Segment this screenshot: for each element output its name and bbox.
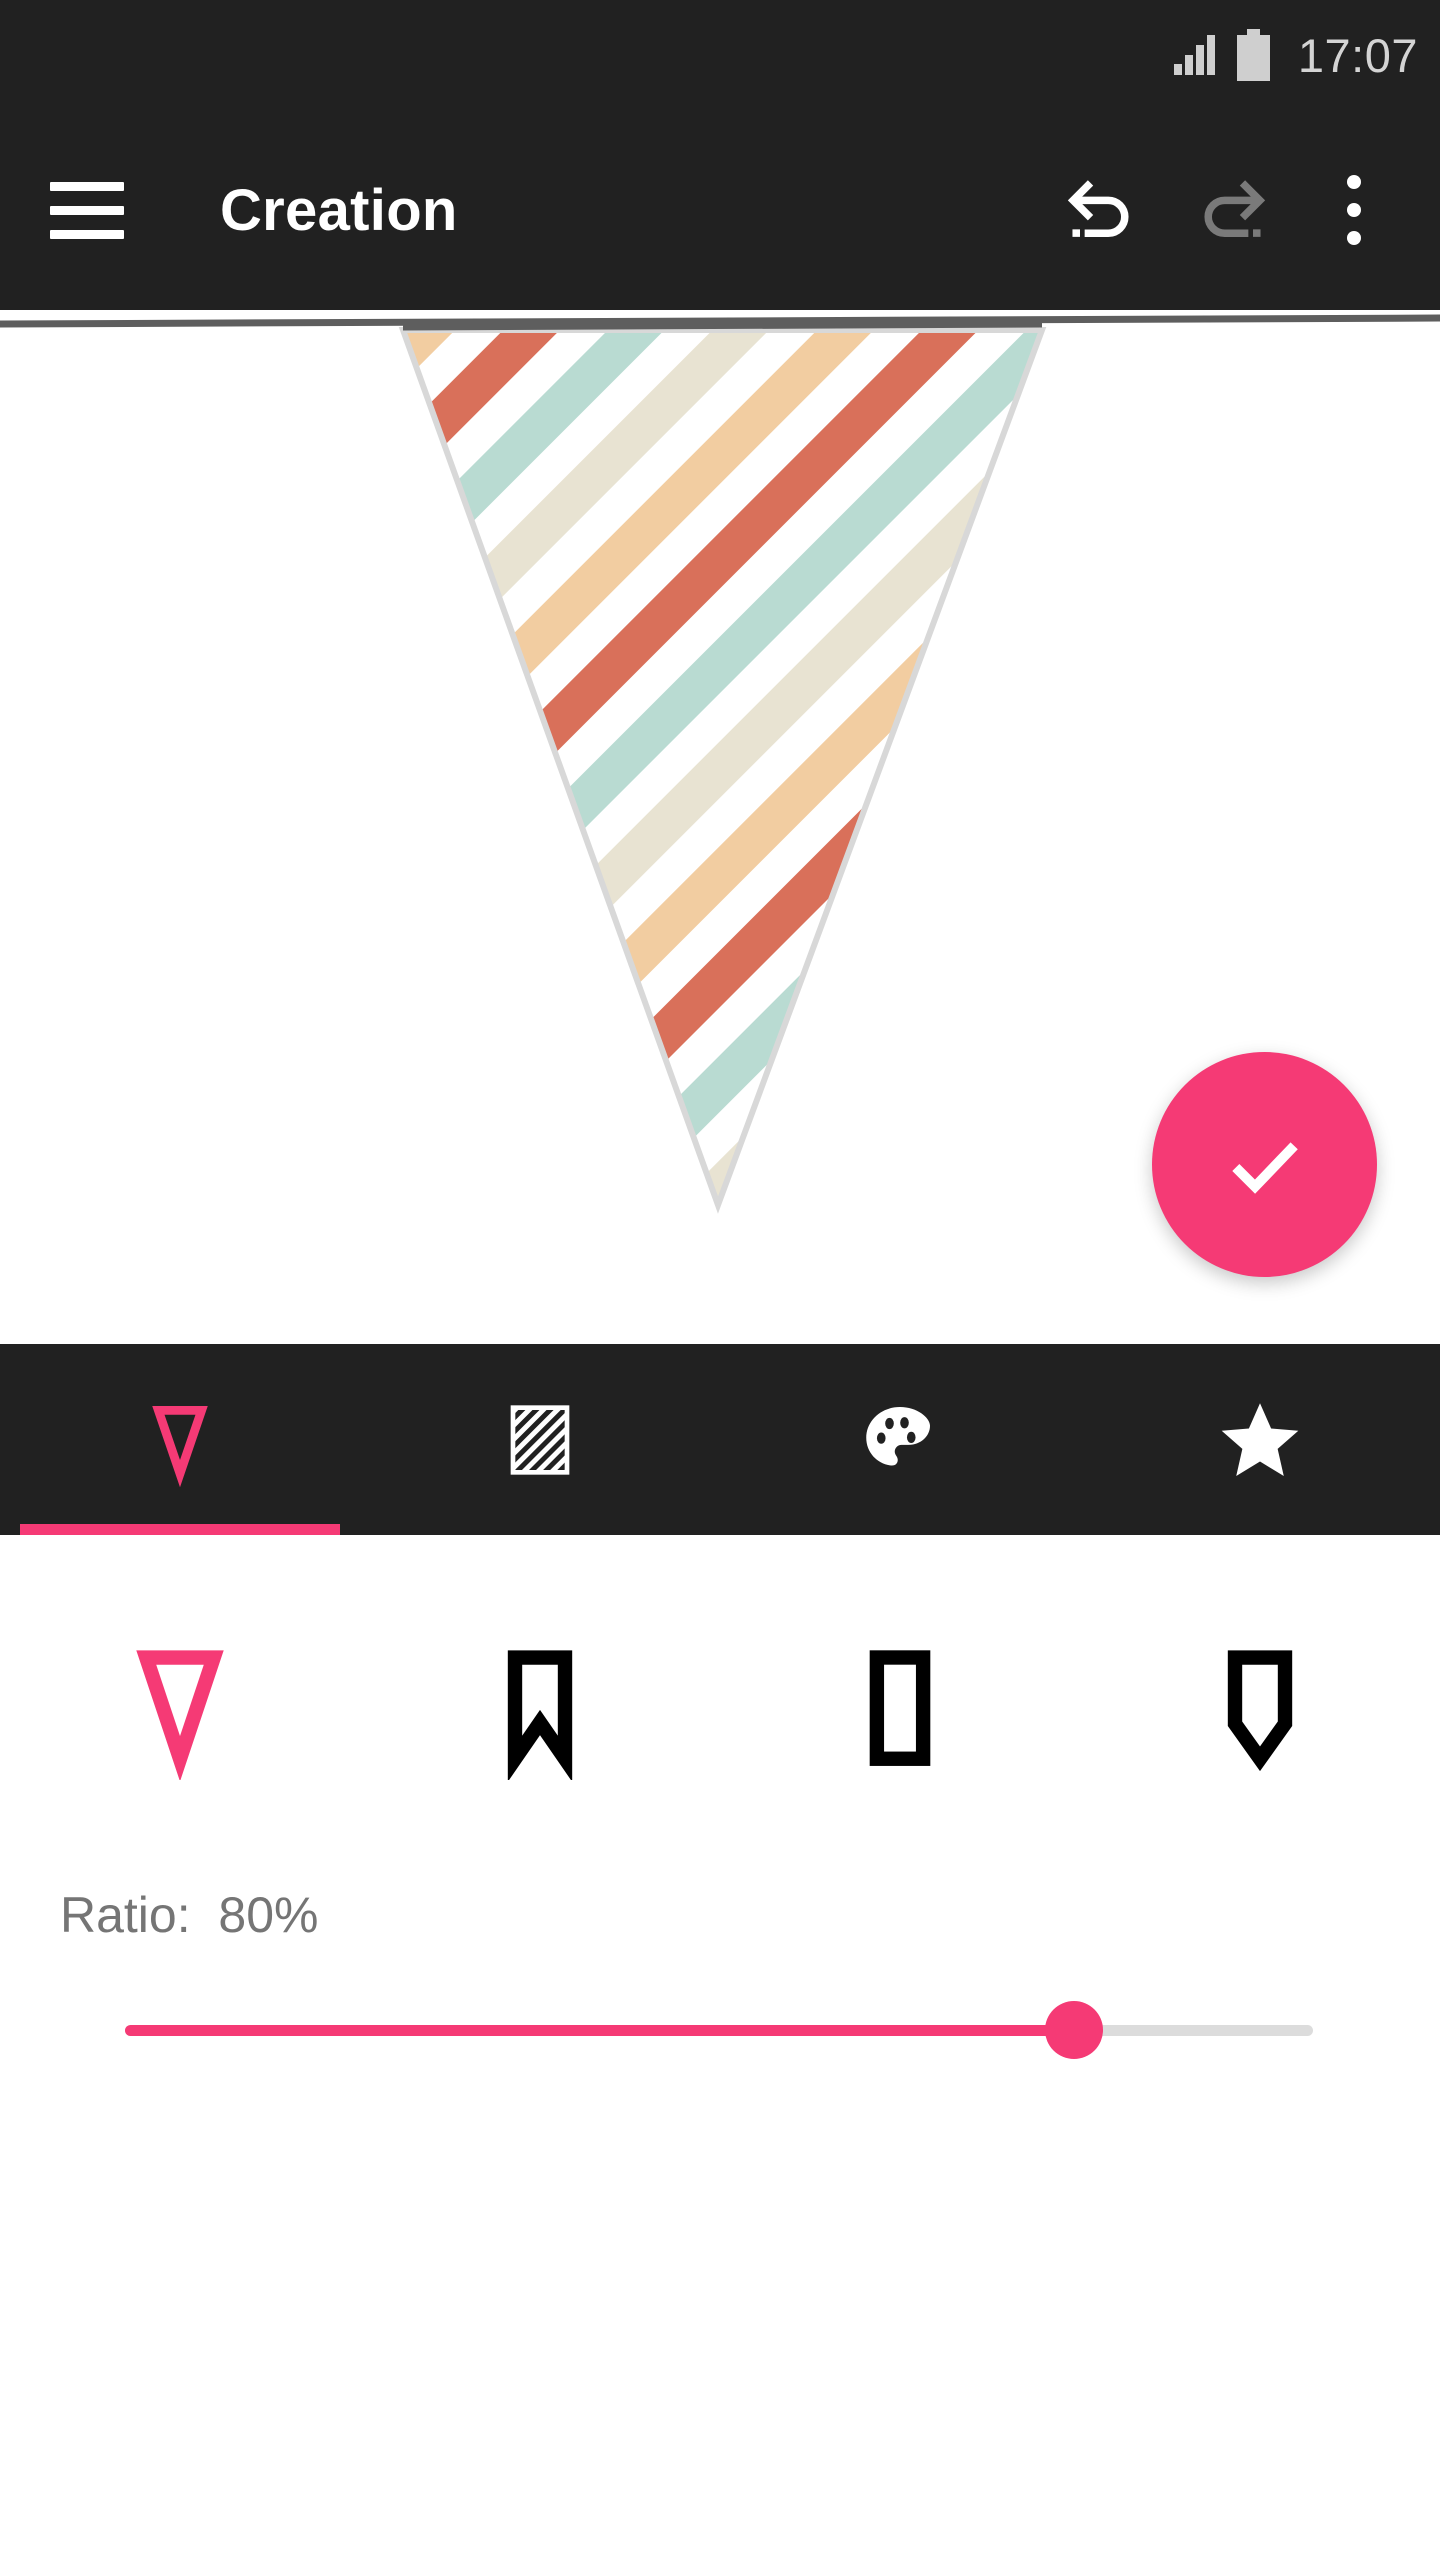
app-bar-actions [1041,148,1440,273]
swallowtail-pennant-icon [507,1650,573,1780]
triangle-pennant-icon [132,1392,228,1488]
tab-active-indicator [20,1524,340,1535]
tab-color[interactable] [720,1344,1080,1535]
triangle-pennant-icon [136,1650,224,1780]
status-bar-clock: 17:07 [1297,28,1418,82]
editor-tab-bar [0,1344,1440,1535]
three-dots-vertical-icon [1346,175,1361,245]
app-root: 17:07 Creation Ratio: 80% [0,0,1440,2560]
signal-bars-icon [1173,35,1215,75]
shape-options-row [0,1560,1440,1850]
app-bar: Creation [0,110,1440,310]
tab-shape[interactable] [0,1344,360,1535]
page-title: Creation [220,177,458,243]
diagonal-stripes-icon [500,1400,580,1480]
hamburger-menu-icon[interactable] [50,162,146,258]
tab-decoration[interactable] [1080,1344,1440,1535]
undo-arrow-icon [1067,180,1129,238]
pointed-pennant-icon [1227,1650,1293,1772]
status-bar: 17:07 [0,0,1440,110]
redo-button[interactable] [1166,148,1291,273]
paint-palette-icon [855,1395,945,1485]
ratio-label: Ratio: 80% [60,1887,319,1943]
rectangle-pennant-icon [869,1650,931,1766]
slider-thumb[interactable] [1045,2001,1103,2059]
star-icon [1214,1394,1306,1486]
confirm-fab-button[interactable] [1152,1052,1377,1277]
status-icons: 17:07 [1173,28,1418,82]
shape-option-rectangle[interactable] [720,1560,1080,1850]
slider-fill [125,2025,1074,2036]
shape-option-pointed[interactable] [1080,1560,1440,1850]
hanging-string-front [402,320,1043,331]
shape-option-swallowtail[interactable] [360,1560,720,1850]
overflow-menu-button[interactable] [1291,148,1416,273]
pennant-flag [398,327,1047,1214]
tab-pattern[interactable] [360,1344,720,1535]
redo-arrow-icon [1203,180,1265,238]
shape-option-triangle[interactable] [0,1560,360,1850]
undo-button[interactable] [1041,148,1166,273]
ratio-slider[interactable] [0,1990,1440,2070]
check-icon [1231,1141,1298,1194]
battery-full-icon [1236,29,1270,81]
